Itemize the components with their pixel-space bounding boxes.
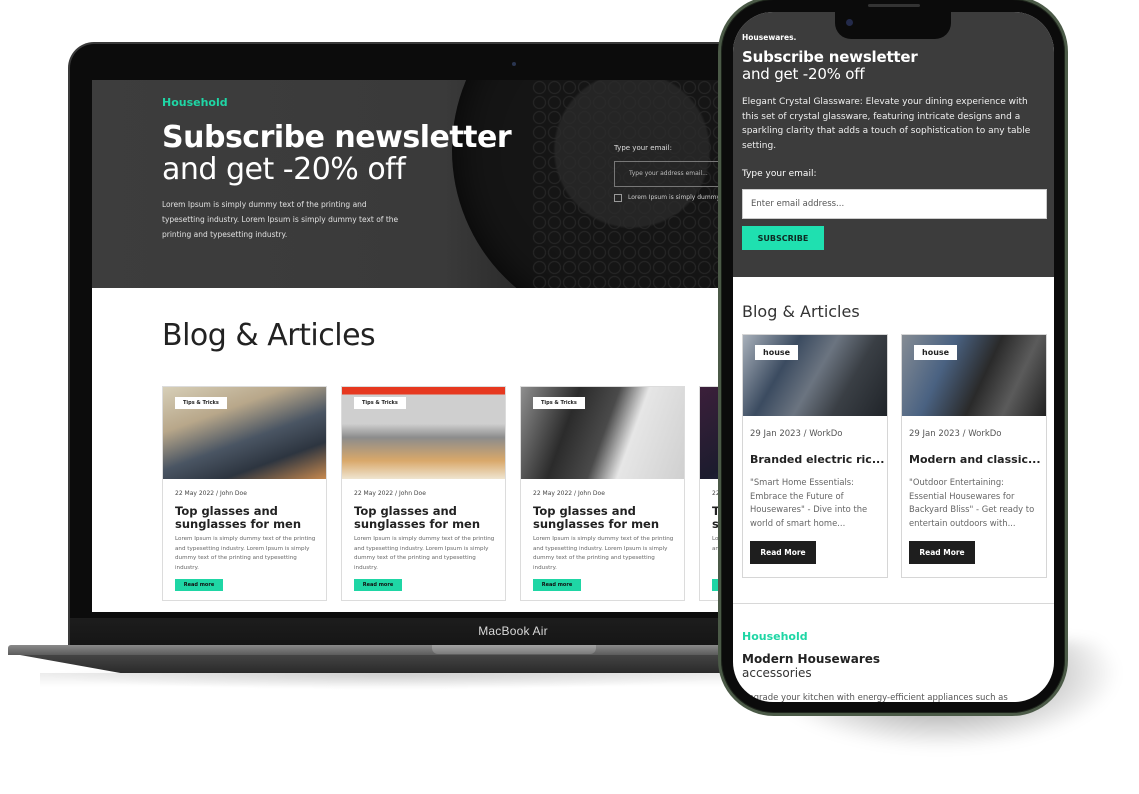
section-subtitle: accessories (742, 666, 812, 680)
blog-card-title[interactable]: Branded electric ric... (750, 453, 886, 466)
blog-card-excerpt: "Smart Home Essentials: Embrace the Futu… (750, 477, 868, 528)
blog-card-tag: house (755, 345, 799, 360)
front-camera-icon (846, 19, 853, 26)
blog-card-excerpt: Lorem Ipsum is simply dummy text of the … (354, 536, 495, 571)
read-more-button[interactable]: Read more (533, 579, 581, 591)
consent-label: Lorem Ipsum is simply dummy (628, 194, 721, 201)
blog-card-tag: Tips & Tricks (533, 397, 585, 409)
blog-card-date: 22 May 2022 / John Doe (533, 490, 605, 497)
email-label: Type your email: (614, 144, 672, 152)
blog-cards: Tips & Tricks 22 May 2022 / John Doe Top… (162, 386, 732, 606)
blog-card-excerpt: Lorem Ipsum is simply dummy text of the … (175, 536, 316, 571)
phone-email-label: Type your email: (742, 169, 817, 179)
hero-title: Subscribe newsletter (162, 120, 512, 155)
phone-blog-heading: Blog & Articles (742, 302, 860, 321)
blog-card[interactable]: Tips & Tricks 22 May 2022 / John Doe Top… (162, 386, 327, 601)
blog-card-tag: house (914, 345, 958, 360)
consent-checkbox[interactable] (614, 194, 622, 202)
laptop-screen: Household Subscribe newsletter and get -… (92, 80, 732, 612)
phone-screen: Housewares. Subscribe newsletter and get… (733, 12, 1054, 702)
blog-heading: Blog & Articles (162, 318, 376, 353)
laptop-hinge-notch (432, 645, 596, 654)
blog-card-excerpt: "Outdoor Entertaining: Essential Housewa… (909, 477, 1035, 528)
blog-card-date: 29 Jan 2023 / WorkDo (750, 429, 843, 439)
phone-hero-description: Elegant Crystal Glassware: Elevate your … (742, 97, 1031, 151)
blog-card-tag: Tips & Tricks (354, 397, 406, 409)
blog-card-title[interactable]: Modern and classic... (909, 453, 1045, 466)
camera-icon (512, 62, 516, 66)
blog-card-title[interactable]: Top glasses and sunglasses for men (354, 505, 504, 530)
blog-card[interactable]: Tips & Tricks 22 May 2022 / John Doe Top… (520, 386, 685, 601)
laptop-base (8, 645, 738, 655)
newsletter-hero: Household Subscribe newsletter and get -… (92, 80, 732, 288)
blog-card-date: 29 Jan 2023 / WorkDo (909, 429, 1002, 439)
read-more-button[interactable]: Read More (750, 541, 816, 564)
device-mockup-stage: Household Subscribe newsletter and get -… (0, 0, 1139, 794)
blog-card-date: 22 May 2022 / John Doe (175, 490, 247, 497)
laptop-floor-shadow (40, 673, 740, 687)
subscribe-button[interactable]: SUBSCRIBE (742, 226, 824, 250)
phone-hero-eyebrow: Housewares. (742, 33, 797, 42)
speaker-icon (868, 4, 920, 7)
blog-card-title[interactable]: Top glasses and sunglasses for men (533, 505, 683, 530)
blog-card[interactable]: Tips & Tricks 22 May 2022 / John Doe Top… (341, 386, 506, 601)
phone-newsletter-hero: Housewares. Subscribe newsletter and get… (733, 12, 1054, 277)
email-input[interactable]: Type your address email... (614, 161, 732, 187)
read-more-button[interactable]: Read more (354, 579, 402, 591)
section-description: Upgrade your kitchen with energy-efficie… (742, 693, 1008, 702)
hero-eyebrow: Household (162, 96, 228, 109)
phone-email-input[interactable] (742, 189, 1047, 219)
read-more-button[interactable]: Read more (175, 579, 223, 591)
read-more-button[interactable]: Read More (909, 541, 975, 564)
section-title: Modern Housewares (742, 652, 881, 666)
blog-card-title[interactable]: Top glasses and sunglasses for men (175, 505, 325, 530)
laptop-base-bottom (20, 655, 738, 673)
hero-description: Lorem Ipsum is simply dummy text of the … (162, 200, 399, 239)
phone-blog-card[interactable]: house 29 Jan 2023 / WorkDo Branded elect… (742, 334, 888, 578)
blog-card-excerpt: Lorem Ipsum is simply dummy text of the … (533, 536, 674, 571)
hero-subtitle: and get -20% off (162, 152, 406, 187)
blog-card-tag: Tips & Tricks (175, 397, 227, 409)
section-divider (733, 603, 1054, 604)
blog-card-date: 22 May 2022 / John Doe (354, 490, 426, 497)
phone-hero-subtitle: and get -20% off (742, 65, 865, 83)
phone-hero-title: Subscribe newsletter (742, 48, 918, 66)
phone-blog-card[interactable]: house 29 Jan 2023 / WorkDo Modern and cl… (901, 334, 1047, 578)
household-eyebrow: Household (742, 630, 808, 643)
